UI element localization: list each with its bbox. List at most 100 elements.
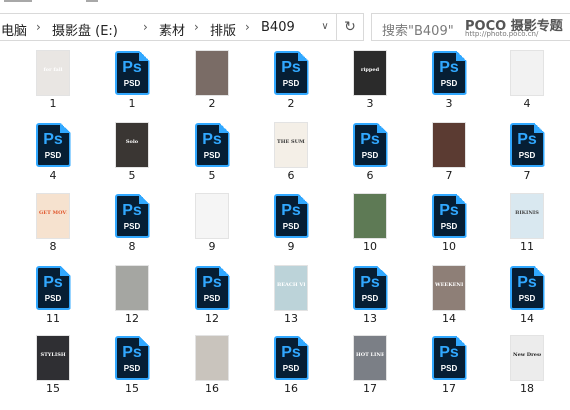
address-bar[interactable]: 电脑 › 摄影盘 (E:) › 素材 › 排版 › B409 ∨ ↻	[0, 13, 364, 41]
search-input[interactable]: 搜索"B409"	[382, 20, 454, 39]
file-item-image[interactable]: BEACH VIBES 13	[261, 266, 321, 325]
image-thumbnail	[196, 194, 228, 238]
chevron-down-icon[interactable]: ∨	[316, 14, 334, 40]
file-name-label: 4	[49, 169, 57, 182]
psd-file-icon: Ps PSD	[194, 123, 230, 167]
search-box[interactable]: 搜索"B409" POCO 摄影专题 http://photo.poco.cn/	[371, 13, 570, 41]
file-name-label: 15	[125, 382, 139, 395]
file-item-image[interactable]: 10	[340, 194, 400, 253]
file-name-label: 4	[523, 97, 531, 110]
breadcrumb-folder-b409[interactable]: B409	[261, 20, 295, 35]
chevron-right-icon[interactable]: ›	[36, 20, 41, 34]
file-item-image[interactable]: BIKINIS 11	[497, 194, 557, 253]
chevron-right-icon[interactable]: ›	[245, 20, 250, 34]
chevron-right-icon[interactable]: ›	[143, 20, 148, 34]
file-item-image[interactable]: 16	[182, 336, 242, 395]
file-name-label: 8	[128, 240, 136, 253]
file-name-label: 3	[366, 97, 374, 110]
thumbnail-caption: HOT LINE	[356, 352, 384, 358]
file-item-image[interactable]: New Dresses. 18	[497, 336, 557, 395]
image-thumbnail	[433, 123, 465, 167]
file-item-image[interactable]: 7	[419, 123, 479, 182]
file-item-image[interactable]: ripped 3	[340, 51, 400, 110]
thumbnail-caption: ripped	[360, 67, 380, 73]
image-thumbnail: BIKINIS	[511, 194, 543, 238]
thumbnail-caption: New Dresses.	[513, 352, 541, 358]
file-name-label: 5	[128, 169, 136, 182]
file-name-label: 7	[523, 169, 531, 182]
thumbnail-caption: for fall	[43, 67, 63, 73]
file-item-image[interactable]: HOT LINE 17	[340, 336, 400, 395]
thumbnail-caption: THE SUMMER TRENDS	[277, 139, 305, 145]
file-name-label: 11	[46, 312, 60, 325]
file-item-psd[interactable]: Ps PSD 17	[419, 336, 479, 395]
thumbnail-caption: BEACH VIBES	[277, 282, 305, 288]
file-item-psd[interactable]: Ps PSD 1	[102, 51, 162, 110]
psd-file-icon: Ps PSD	[431, 336, 467, 380]
file-item-psd[interactable]: Ps PSD 15	[102, 336, 162, 395]
file-name-label: 13	[284, 312, 298, 325]
file-item-psd[interactable]: Ps PSD 8	[102, 194, 162, 253]
breadcrumb-computer[interactable]: 电脑	[1, 20, 27, 39]
file-item-psd[interactable]: Ps PSD 12	[182, 266, 242, 325]
file-item-psd[interactable]: Ps PSD 9	[261, 194, 321, 253]
file-name-label: 14	[520, 312, 534, 325]
thumbnail-caption: GET MOVING	[39, 210, 67, 216]
file-item-image[interactable]: STYLISH 15	[23, 336, 83, 395]
file-item-psd[interactable]: Ps PSD 14	[497, 266, 557, 325]
psd-file-icon: Ps PSD	[352, 123, 388, 167]
window-top-strip	[0, 0, 570, 12]
psd-file-icon: Ps PSD	[273, 51, 309, 95]
psd-file-icon: Ps PSD	[273, 336, 309, 380]
file-name-label: 18	[520, 382, 534, 395]
file-name-label: 6	[287, 169, 295, 182]
file-name-label: 2	[208, 97, 216, 110]
file-item-image[interactable]: THE SUMMER TRENDS 6	[261, 123, 321, 182]
image-thumbnail: HOT LINE	[354, 336, 386, 380]
file-grid: for fall 1 Ps PSD 1 2 Ps PSD 2 ripped 3 Ps PSD 3 4 Ps PS…	[0, 41, 570, 410]
breadcrumb-folder-paiban[interactable]: 排版	[210, 20, 236, 39]
breadcrumb-folder-sucai[interactable]: 素材	[159, 20, 185, 39]
file-name-label: 7	[445, 169, 453, 182]
file-name-label: 9	[208, 240, 216, 253]
file-item-psd[interactable]: Ps PSD 6	[340, 123, 400, 182]
file-item-image[interactable]: 4	[497, 51, 557, 110]
image-thumbnail: THE SUMMER TRENDS	[275, 123, 307, 167]
psd-file-icon: Ps PSD	[114, 51, 150, 95]
file-name-label: 8	[49, 240, 57, 253]
file-item-psd[interactable]: Ps PSD 7	[497, 123, 557, 182]
file-item-image[interactable]: Solo 5	[102, 123, 162, 182]
refresh-icon[interactable]: ↻	[336, 14, 363, 40]
file-item-image[interactable]: 12	[102, 266, 162, 325]
file-name-label: 1	[49, 97, 57, 110]
chevron-right-icon[interactable]: ›	[194, 20, 199, 34]
file-item-psd[interactable]: Ps PSD 11	[23, 266, 83, 325]
file-name-label: 11	[520, 240, 534, 253]
file-item-image[interactable]: 2	[182, 51, 242, 110]
file-item-image[interactable]: for fall 1	[23, 51, 83, 110]
file-item-psd[interactable]: Ps PSD 2	[261, 51, 321, 110]
file-name-label: 9	[287, 240, 295, 253]
file-item-image[interactable]: 9	[182, 194, 242, 253]
file-item-psd[interactable]: Ps PSD 4	[23, 123, 83, 182]
image-thumbnail: ripped	[354, 51, 386, 95]
ribbon-remnant	[86, 0, 98, 2]
image-thumbnail	[116, 266, 148, 310]
psd-file-icon: Ps PSD	[194, 266, 230, 310]
file-item-psd[interactable]: Ps PSD 16	[261, 336, 321, 395]
psd-file-icon: Ps PSD	[431, 194, 467, 238]
file-item-image[interactable]: WEEKENDER 14	[419, 266, 479, 325]
file-item-psd[interactable]: Ps PSD 3	[419, 51, 479, 110]
file-item-image[interactable]: GET MOVING 8	[23, 194, 83, 253]
file-item-psd[interactable]: Ps PSD 5	[182, 123, 242, 182]
image-thumbnail: BEACH VIBES	[275, 266, 307, 310]
file-name-label: 12	[125, 312, 139, 325]
thumbnail-caption: Solo	[125, 139, 139, 145]
file-name-label: 2	[287, 97, 295, 110]
file-item-psd[interactable]: Ps PSD 10	[419, 194, 479, 253]
file-name-label: 3	[445, 97, 453, 110]
psd-file-icon: Ps PSD	[114, 336, 150, 380]
file-item-psd[interactable]: Ps PSD 13	[340, 266, 400, 325]
file-name-label: 14	[442, 312, 456, 325]
breadcrumb-drive[interactable]: 摄影盘 (E:)	[52, 20, 118, 39]
